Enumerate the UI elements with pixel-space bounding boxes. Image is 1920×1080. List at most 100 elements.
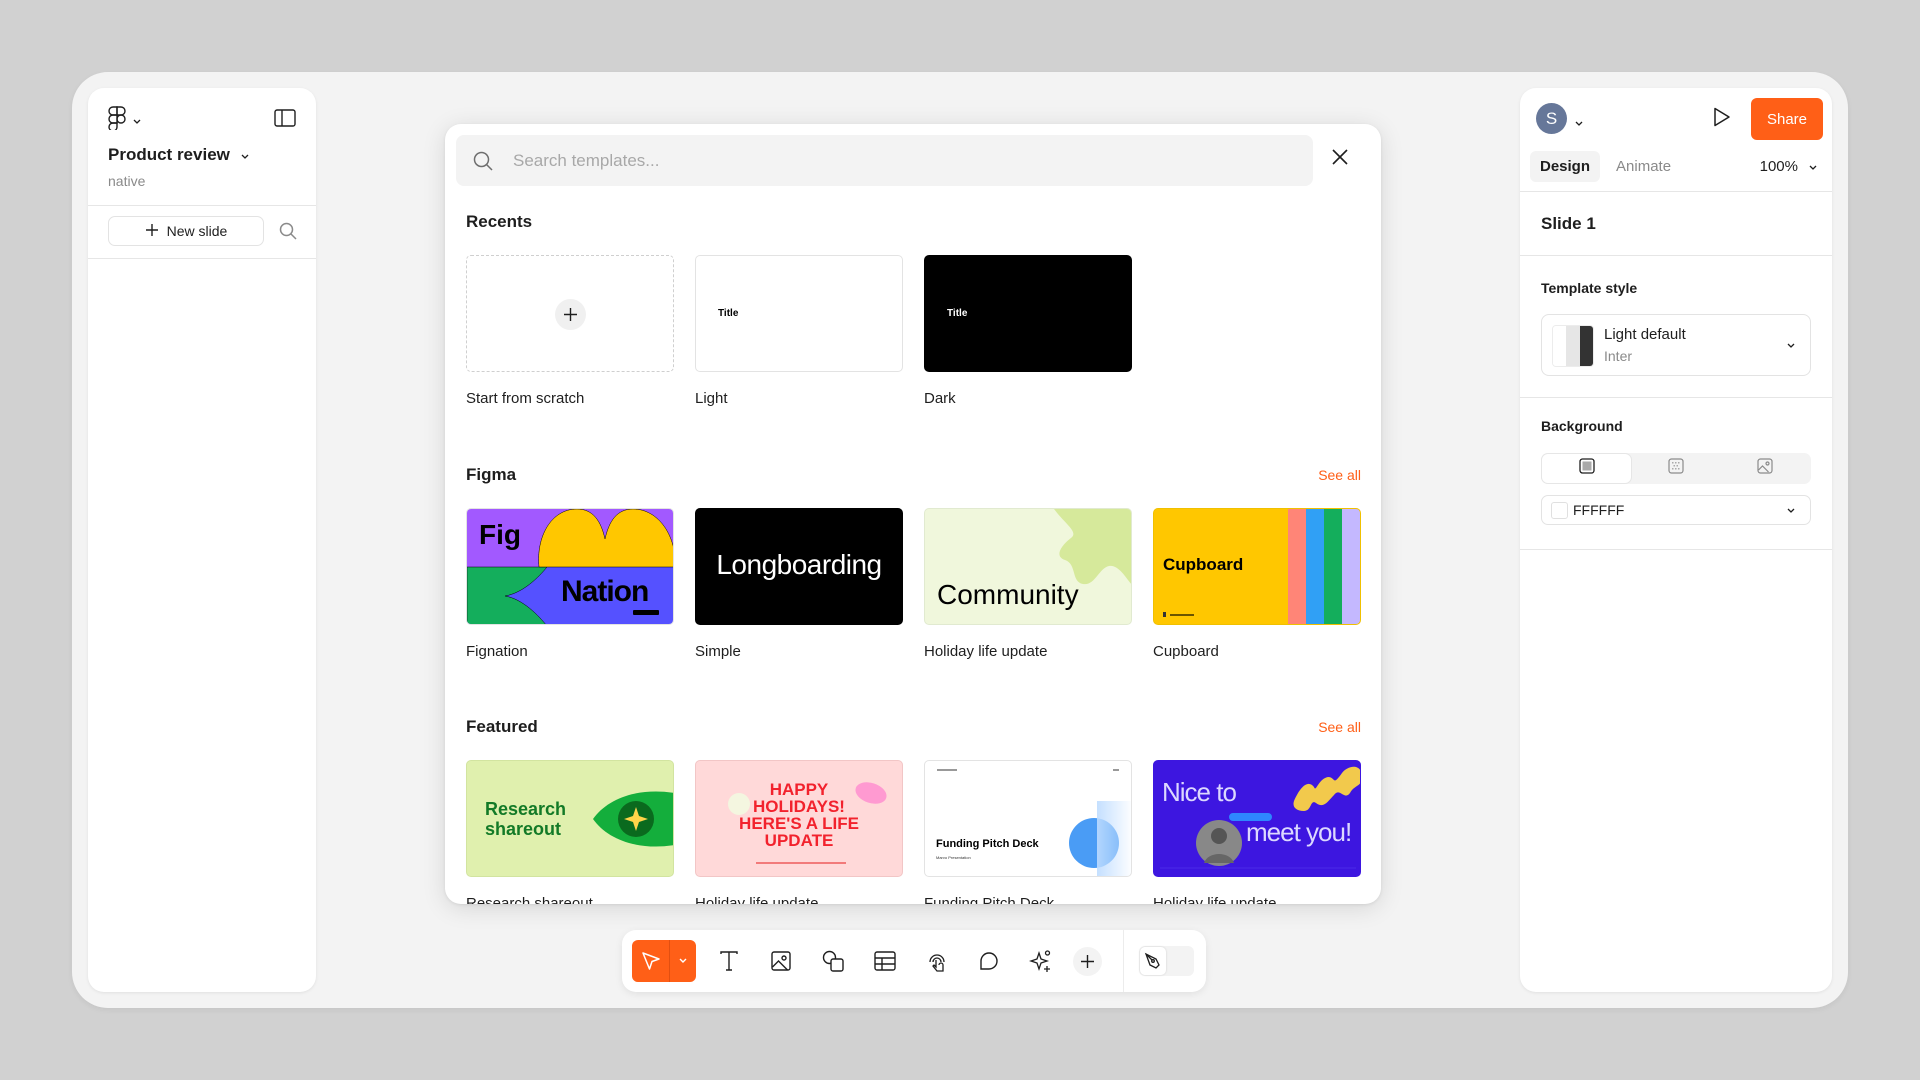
template-card[interactable]: Fig Nation Fignation xyxy=(466,508,674,660)
section-title: Figma xyxy=(466,465,517,484)
background-fill-type xyxy=(1541,453,1811,484)
template-label: Fignation xyxy=(466,643,528,660)
avatar[interactable]: S xyxy=(1536,103,1567,134)
template-label: Cupboard xyxy=(1153,643,1219,660)
template-style-section: Template style Light default Inter xyxy=(1520,256,1832,398)
template-thumbnail: HAPPY HOLIDAYS! HERE'S A LIFE UPDATE xyxy=(695,760,903,877)
thumb-title: meet you! xyxy=(1246,817,1352,847)
interaction-tool-icon[interactable] xyxy=(922,946,952,976)
template-card[interactable]: Longboarding Simple xyxy=(695,508,903,660)
tab-design[interactable]: Design xyxy=(1530,151,1601,182)
main-menu-button[interactable] xyxy=(108,106,142,135)
table-tool-icon[interactable] xyxy=(870,946,900,976)
template-card[interactable]: Title Light xyxy=(695,255,903,407)
bottom-toolbar xyxy=(622,930,1206,992)
tab-animate[interactable]: Animate xyxy=(1606,151,1681,182)
thumb-title: Nice to xyxy=(1162,777,1237,807)
search-icon xyxy=(472,150,494,177)
chevron-down-icon xyxy=(240,145,250,165)
solid-fill-option[interactable] xyxy=(1542,454,1632,483)
panel-tabs: Design Animate xyxy=(1530,151,1681,182)
chevron-down-icon xyxy=(1786,336,1796,354)
thumb-title: HERE'S A LIFE xyxy=(739,814,859,833)
thumb-title: Title xyxy=(718,308,739,319)
figma-section: Figma See all Fig Nation Fignation Longb… xyxy=(466,465,1361,660)
see-all-link[interactable]: See all xyxy=(1318,467,1361,483)
template-label: Dark xyxy=(924,390,956,407)
template-style-swatch xyxy=(1552,325,1594,367)
template-label: Simple xyxy=(695,643,741,660)
template-label: Funding Pitch Deck xyxy=(924,895,1055,904)
add-tool-icon[interactable] xyxy=(1073,947,1102,976)
toolbar-divider xyxy=(1123,930,1124,992)
template-style-title: Template style xyxy=(1541,280,1638,296)
shape-tool-icon[interactable] xyxy=(818,946,848,976)
template-picker-modal: Recents Start from scratch Title Light T… xyxy=(445,124,1381,904)
background-color-chip xyxy=(1551,502,1568,519)
template-thumbnail: Research shareout xyxy=(466,760,674,877)
search-slides-icon[interactable] xyxy=(278,221,298,246)
project-title-button[interactable]: Product review xyxy=(108,145,250,165)
chevron-down-icon xyxy=(1786,501,1796,519)
template-card[interactable]: Title Dark xyxy=(924,255,1132,407)
template-card[interactable]: Cupboard Cupboard xyxy=(1153,508,1361,660)
see-all-link[interactable]: See all xyxy=(1318,719,1361,735)
thumb-title: UPDATE xyxy=(764,831,834,850)
template-card[interactable]: Community Holiday life update xyxy=(924,508,1132,660)
solid-fill-icon xyxy=(1579,458,1595,479)
image-tool-icon[interactable] xyxy=(766,946,796,976)
sidebar-toggle-icon[interactable] xyxy=(274,109,296,127)
template-style-select[interactable]: Light default Inter xyxy=(1541,314,1811,376)
chevron-down-icon[interactable] xyxy=(1574,114,1584,132)
move-tool-button[interactable] xyxy=(632,940,696,982)
new-slide-label: New slide xyxy=(166,223,228,239)
zoom-dropdown[interactable]: 100% xyxy=(1760,158,1818,175)
template-search-input[interactable] xyxy=(513,135,1293,186)
image-fill-option[interactable] xyxy=(1721,454,1810,483)
template-card[interactable]: Nice to meet you! Holiday life update xyxy=(1153,760,1361,904)
template-thumbnail xyxy=(466,255,674,372)
chevron-down-icon xyxy=(132,112,142,130)
mode-toggle[interactable] xyxy=(1139,946,1194,976)
background-title: Background xyxy=(1541,418,1623,434)
template-card[interactable]: Research shareout Research shareout xyxy=(466,760,674,904)
new-slide-button[interactable]: New slide xyxy=(108,216,264,246)
pattern-fill-option[interactable] xyxy=(1631,454,1720,483)
template-thumbnail: Fig Nation xyxy=(466,508,674,625)
background-color-value: FFFFFF xyxy=(1573,502,1625,518)
chevron-down-icon[interactable] xyxy=(670,940,696,982)
project-title: Product review xyxy=(108,145,230,164)
close-icon[interactable] xyxy=(1331,148,1349,171)
present-play-icon[interactable] xyxy=(1712,106,1732,133)
figma-logo-icon xyxy=(108,106,126,135)
comment-tool-icon[interactable] xyxy=(974,946,1004,976)
template-label: Holiday life update xyxy=(924,643,1048,660)
template-thumbnail: Community xyxy=(924,508,1132,625)
share-button[interactable]: Share xyxy=(1751,98,1823,140)
thumb-title: Research xyxy=(485,799,567,819)
slide-name: Slide 1 xyxy=(1541,214,1596,233)
template-search xyxy=(456,135,1313,186)
plus-icon xyxy=(555,298,586,330)
cursor-icon xyxy=(632,940,670,982)
template-label: Start from scratch xyxy=(466,390,585,407)
section-title: Featured xyxy=(466,717,538,736)
template-card[interactable]: HAPPY HOLIDAYS! HERE'S A LIFE UPDATE Hol… xyxy=(695,760,903,904)
featured-section: Featured See all Research shareout Resea… xyxy=(466,717,1361,904)
text-tool-icon[interactable] xyxy=(714,946,744,976)
background-color-select[interactable]: FFFFFF xyxy=(1541,495,1811,525)
zoom-level: 100% xyxy=(1759,158,1798,175)
template-card[interactable]: Start from scratch xyxy=(466,255,674,407)
thumb-title: HAPPY xyxy=(769,780,829,799)
pattern-fill-icon xyxy=(1668,458,1684,479)
template-card[interactable]: Funding Pitch Deck Marvo Presentation Fu… xyxy=(924,760,1132,904)
ai-sparkle-icon[interactable] xyxy=(1026,946,1056,976)
chevron-down-icon xyxy=(1808,158,1818,175)
left-panel-header: Product review native xyxy=(88,88,316,206)
template-thumbnail: Funding Pitch Deck Marvo Presentation xyxy=(924,760,1132,877)
template-thumbnail: Title xyxy=(695,255,903,372)
thumb-title: Cupboard xyxy=(1163,555,1244,574)
thumb-title: Nation xyxy=(561,575,649,608)
image-fill-icon xyxy=(1757,458,1773,479)
template-label: Holiday life update xyxy=(1153,895,1277,904)
